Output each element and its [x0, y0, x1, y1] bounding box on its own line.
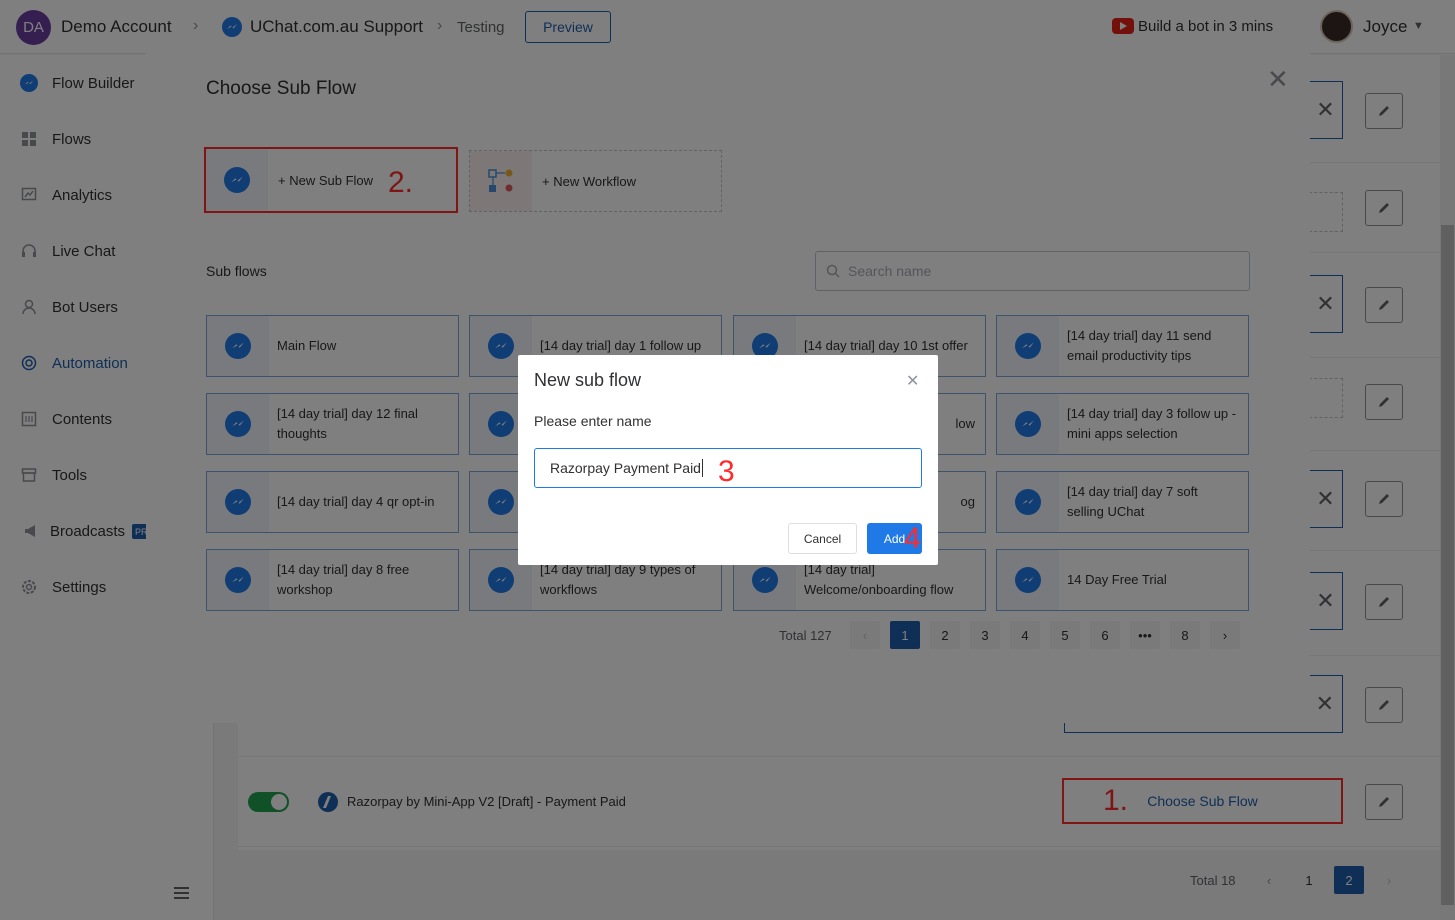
- cancel-button[interactable]: Cancel: [788, 523, 857, 554]
- input-value: Razorpay Payment Paid: [550, 460, 701, 476]
- modal-title: New sub flow: [534, 370, 642, 390]
- close-icon[interactable]: ✕: [906, 374, 919, 390]
- step-3-annotation: 3: [718, 455, 735, 488]
- step-4-annotation: 4: [904, 522, 921, 555]
- text-cursor: [701, 459, 703, 477]
- name-prompt-label: Please enter name: [534, 413, 652, 429]
